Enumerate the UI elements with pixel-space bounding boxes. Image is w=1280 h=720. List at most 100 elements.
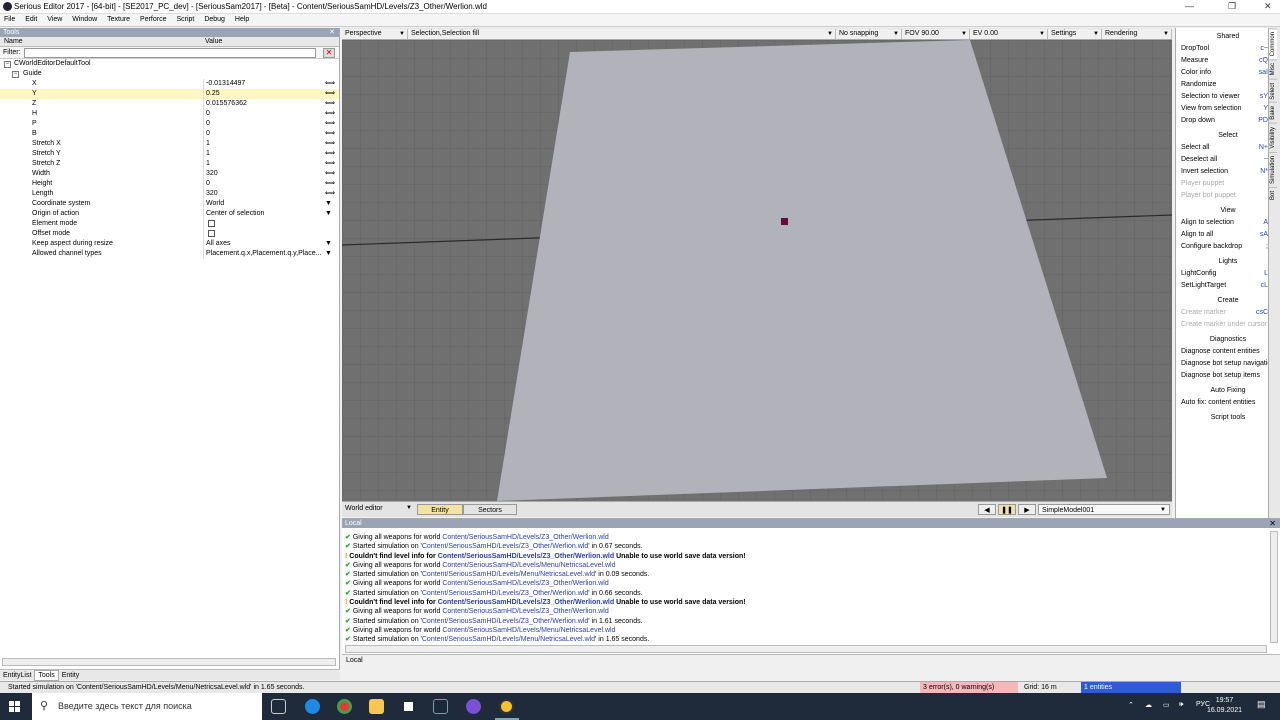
editor-mode-label[interactable]: World editor [345, 505, 383, 512]
log-link[interactable]: Content/SeriousSamHD/Levels/Z3_Other/Wer… [442, 608, 608, 615]
chevron-down-icon[interactable]: ▼ [325, 209, 332, 219]
menu-edit[interactable]: Edit [21, 14, 41, 25]
log-link[interactable]: Content/SeriousSamHD/Levels/Menu/Netrics… [422, 571, 595, 578]
drag-arrows-icon[interactable]: ⟺ [325, 159, 335, 169]
log-link[interactable]: Content/SeriousSamHD/Levels/Z3_Other/Wer… [422, 618, 588, 625]
task-view-icon[interactable] [271, 699, 286, 714]
console-horizontal-scrollbar[interactable] [345, 645, 1267, 653]
taskbar-search-box[interactable]: ⚲ Введите здесь текст для поиска [32, 693, 262, 720]
side-tab[interactable]: Simulation [1269, 151, 1277, 187]
chevron-down-icon[interactable]: ▼ [325, 199, 332, 209]
viewport-canvas[interactable] [342, 40, 1172, 501]
side-tab[interactable]: Bot [1269, 186, 1277, 203]
value-column-header[interactable]: Value [205, 38, 222, 45]
property-row[interactable]: H 0 ⟺ [0, 109, 339, 119]
tool-command[interactable]: Configure backdrop; [1176, 241, 1268, 253]
pause-button[interactable]: ❚❚ [998, 504, 1016, 515]
property-checkbox[interactable] [208, 230, 215, 237]
property-row[interactable]: Stretch X 1 ⟺ [0, 139, 339, 149]
steam-icon[interactable] [433, 699, 448, 714]
tool-command[interactable]: Selection to viewer sY [1176, 91, 1268, 103]
console-vertical-scrollbar[interactable] [1270, 531, 1278, 643]
serious-editor-taskbar-icon[interactable] [499, 699, 514, 714]
property-value[interactable]: 0 [206, 179, 210, 189]
projection-dropdown[interactable]: Perspective ▼ [342, 29, 408, 39]
file-explorer-icon[interactable] [369, 699, 384, 714]
maximize-button[interactable]: ❐ [1228, 1, 1236, 12]
side-tab[interactable]: Select [1269, 78, 1277, 103]
drag-arrows-icon[interactable]: ⟺ [325, 119, 335, 129]
tool-command[interactable]: View from selection Y [1176, 103, 1268, 115]
menu-perforce[interactable]: Perforce [136, 14, 170, 25]
name-column-header[interactable]: Name [4, 38, 23, 45]
prev-frame-button[interactable]: ◀ [978, 504, 996, 515]
property-value[interactable]: -0.01314497 [206, 79, 245, 89]
property-value[interactable]: 320 [206, 169, 218, 179]
next-frame-button[interactable]: ▶ [1018, 504, 1036, 515]
side-tab[interactable]: Visibility [1269, 123, 1277, 152]
tool-command[interactable]: Deselect all ~ [1176, 154, 1268, 166]
tool-command[interactable]: Invert selection N* [1176, 166, 1268, 178]
side-tab[interactable]: Common [1269, 28, 1277, 60]
property-row[interactable]: Width 320 ⟺ [0, 169, 339, 179]
onedrive-icon[interactable]: ☁ [1145, 701, 1152, 709]
drag-arrows-icon[interactable]: ⟺ [325, 169, 335, 179]
property-row[interactable]: Coordinate system World ▼ [0, 199, 339, 209]
side-tab[interactable]: Misc [1269, 59, 1277, 79]
menu-window[interactable]: Window [68, 14, 101, 25]
drag-arrows-icon[interactable]: ⟺ [325, 79, 335, 89]
property-row[interactable]: B 0 ⟺ [0, 129, 339, 139]
close-icon[interactable]: ✕ [329, 28, 335, 37]
log-link[interactable]: Content/SeriousSamHD/Levels/Z3_Other/Wer… [438, 599, 614, 606]
log-link[interactable]: Content/SeriousSamHD/Levels/Z3_Other/Wer… [422, 543, 588, 550]
console-input-bar[interactable]: Local [342, 654, 1280, 666]
property-row[interactable]: Y 0.25 ⟺ [0, 89, 339, 99]
tray-chevron-icon[interactable]: ⌃ [1128, 701, 1134, 709]
chevron-down-icon[interactable]: ▼ [406, 505, 412, 511]
property-row[interactable]: Offset mode [0, 229, 339, 239]
tree-group[interactable]: − Guide [0, 69, 339, 79]
collapse-icon[interactable]: − [4, 61, 11, 68]
chrome-browser-icon[interactable] [337, 699, 352, 714]
menu-texture[interactable]: Texture [103, 14, 134, 25]
clear-filter-icon[interactable]: ✕ [323, 48, 335, 58]
log-link[interactable]: Content/SeriousSamHD/Levels/Z3_Other/Wer… [438, 553, 614, 560]
property-row[interactable]: Origin of action Center of selection ▼ [0, 209, 339, 219]
property-row[interactable]: Length 320 ⟺ [0, 189, 339, 199]
tool-command[interactable]: SetLightTarget cL [1176, 280, 1268, 292]
tool-command[interactable]: LightConfig L [1176, 268, 1268, 280]
tool-command[interactable]: Diagnose content entities [1176, 346, 1268, 358]
drag-arrows-icon[interactable]: ⟺ [325, 149, 335, 159]
property-value[interactable]: 0 [206, 129, 210, 139]
tool-command[interactable]: Randomize [1176, 79, 1268, 91]
tool-command[interactable]: Auto fix: content entities [1176, 397, 1268, 409]
filter-input[interactable] [24, 48, 316, 58]
settings-dropdown[interactable]: Settings ▼ [1048, 29, 1102, 39]
property-row[interactable]: Z 0.015576362 ⟺ [0, 99, 339, 109]
property-value[interactable]: 1 [206, 139, 210, 149]
taskbar-clock[interactable]: 19:57 16.09.2021 [1207, 696, 1242, 716]
store-icon[interactable] [401, 699, 416, 714]
selection-pivot-marker[interactable] [781, 218, 788, 225]
tool-command[interactable]: Align to all sA [1176, 229, 1268, 241]
drag-arrows-icon[interactable]: ⟺ [325, 109, 335, 119]
drag-arrows-icon[interactable]: ⟺ [325, 139, 335, 149]
property-value[interactable]: 320 [206, 189, 218, 199]
tab-entity[interactable]: Entity [417, 504, 463, 515]
property-value[interactable]: 1 [206, 159, 210, 169]
tree-root[interactable]: − CWorldEditorDefaultTool [0, 59, 339, 69]
property-row[interactable]: Keep aspect during resize All axes ▼ [0, 239, 339, 249]
horizontal-scrollbar[interactable] [2, 658, 336, 666]
menu-help[interactable]: Help [231, 14, 253, 25]
log-link[interactable]: Content/SeriousSamHD/Levels/Z3_Other/Wer… [442, 534, 608, 541]
menu-view[interactable]: View [43, 14, 66, 25]
tab-entity[interactable]: Entity [59, 671, 83, 680]
log-link[interactable]: Content/SeriousSamHD/Levels/Menu/Netrics… [442, 562, 615, 569]
property-value[interactable]: 0.25 [206, 89, 220, 99]
3d-viewport[interactable] [342, 40, 1172, 501]
chevron-down-icon[interactable]: ▼ [325, 239, 332, 249]
windows-start-icon[interactable] [9, 701, 21, 713]
tool-command[interactable]: Diagnose bot setup items [1176, 370, 1268, 382]
tool-command[interactable]: Diagnose bot setup navigation [1176, 358, 1268, 370]
drag-arrows-icon[interactable]: ⟺ [325, 179, 335, 189]
